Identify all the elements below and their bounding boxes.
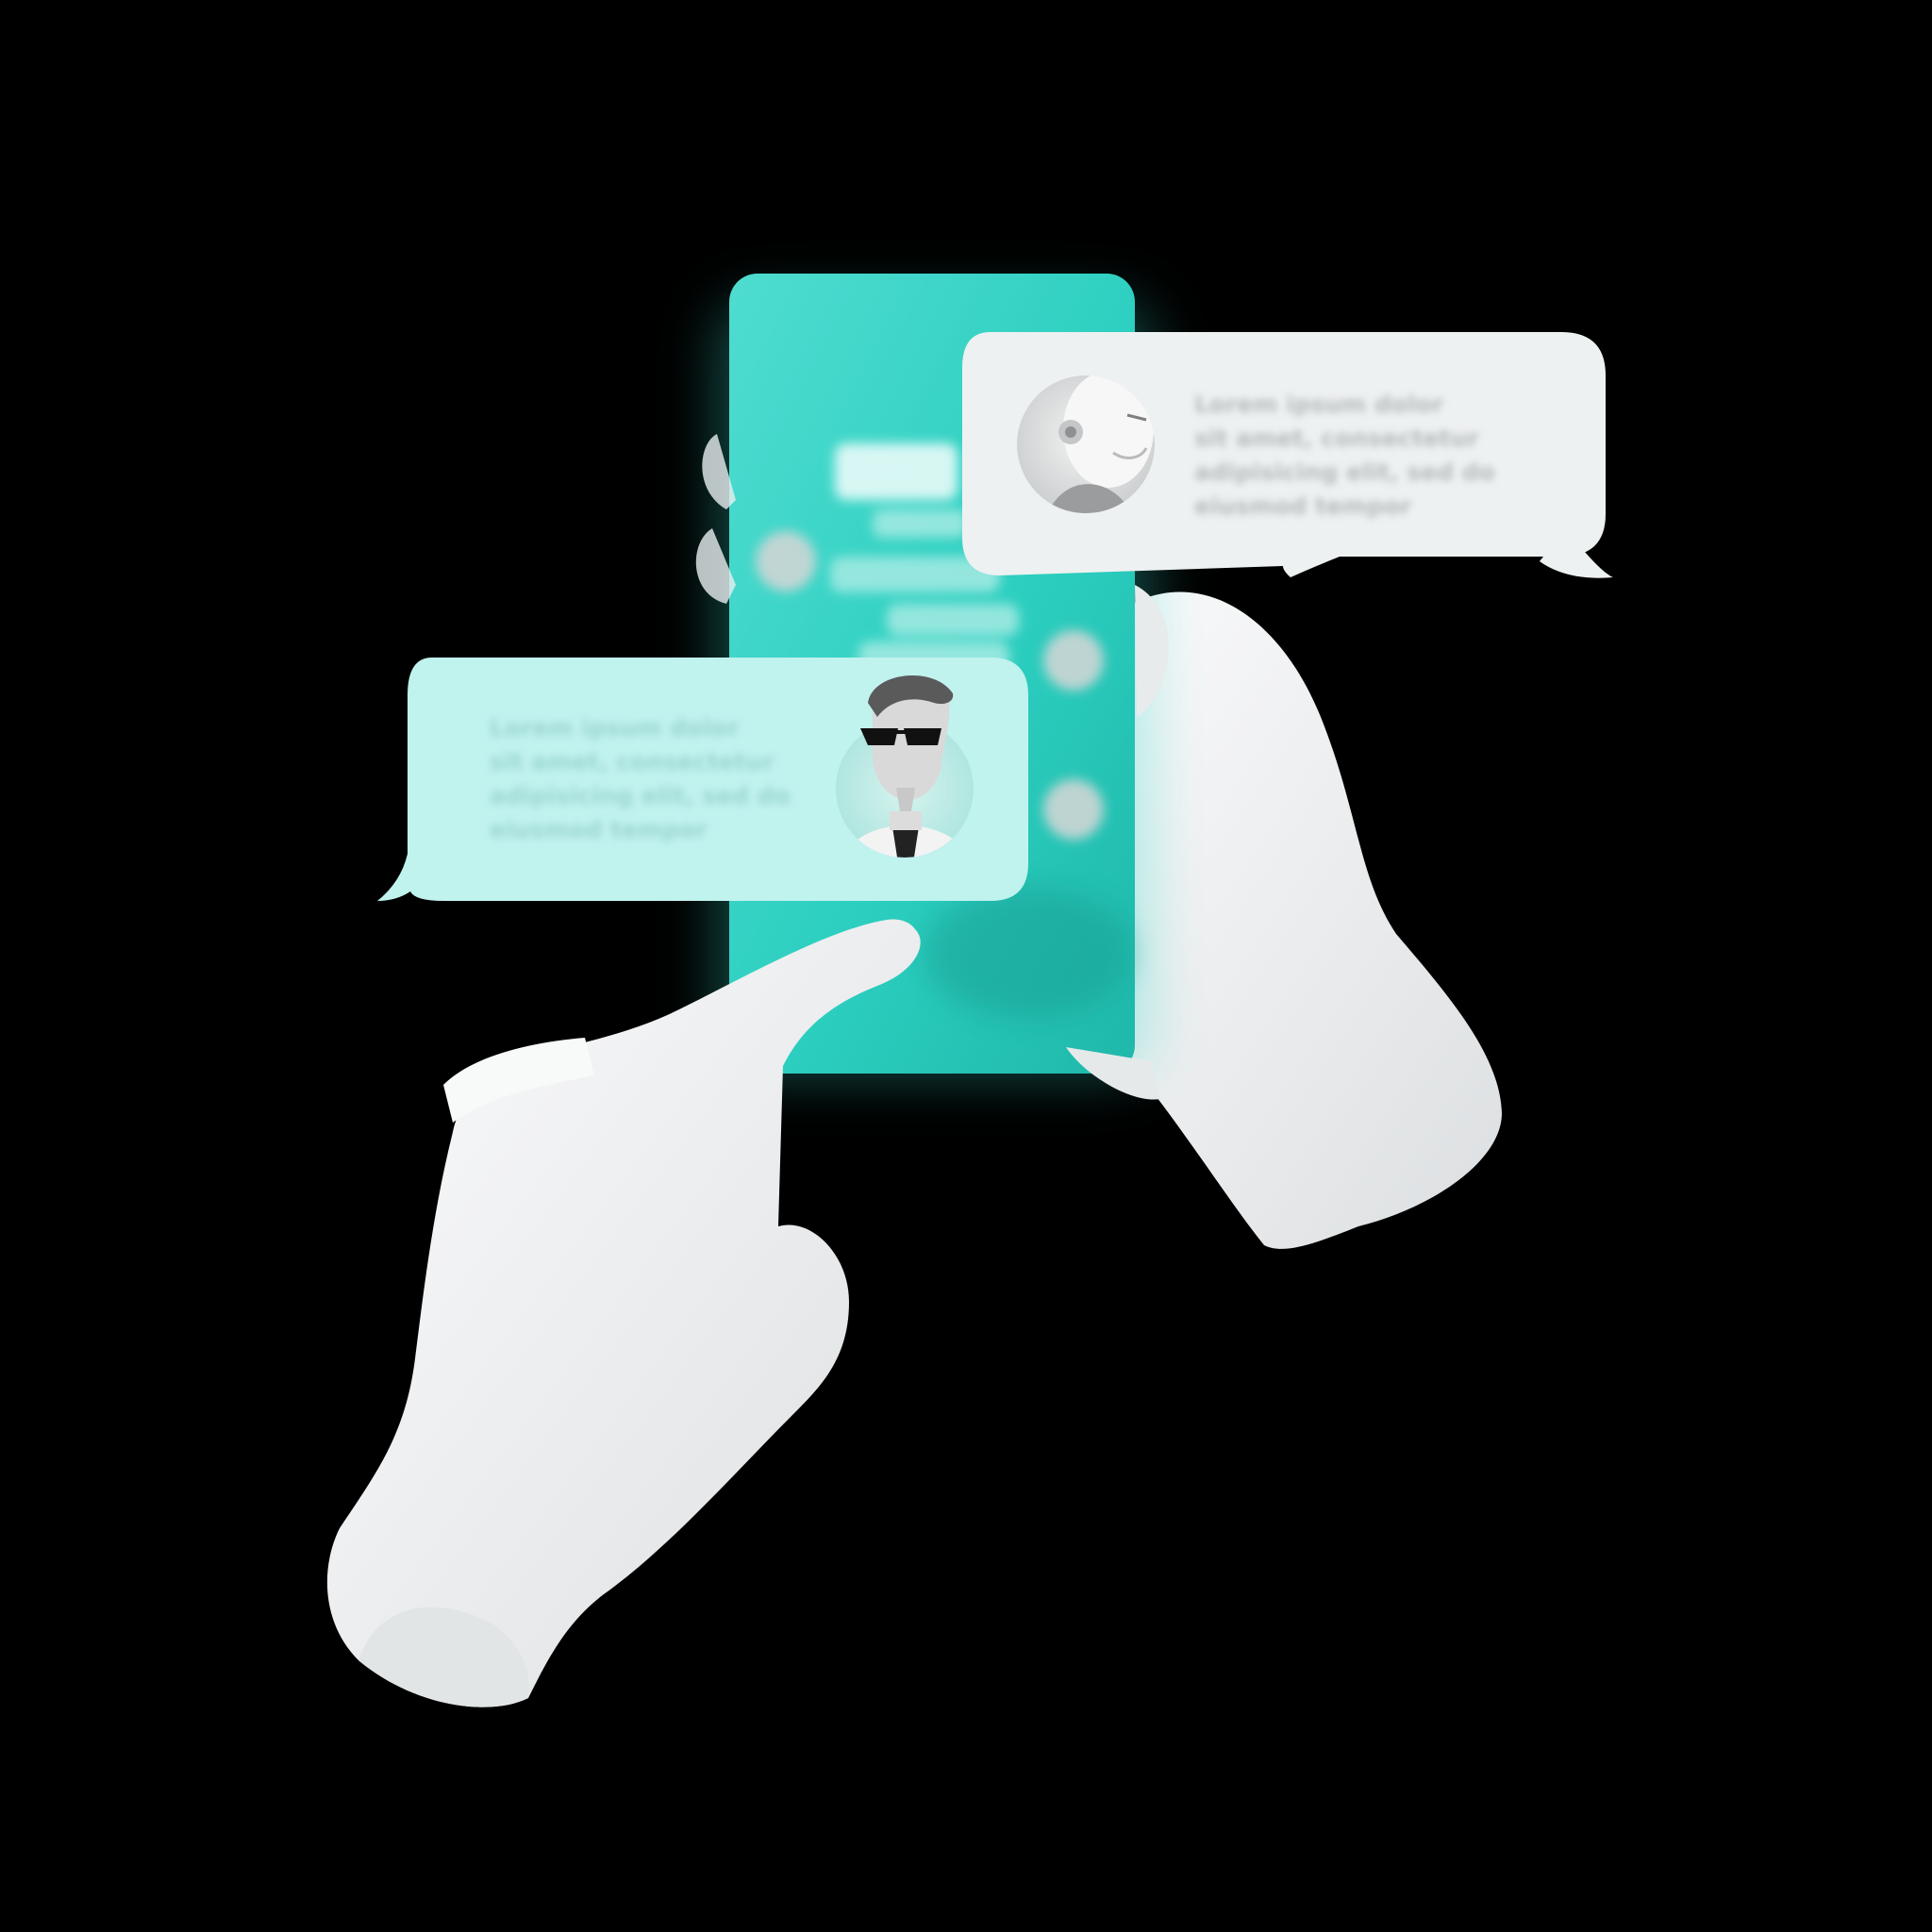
user-message-line: adipisicing elit, sed do xyxy=(490,782,791,809)
bot-message-text: Lorem ipsum dolor sit amet, consectetur … xyxy=(1194,388,1495,524)
user-message-line: sit amet, consectetur xyxy=(490,748,774,775)
scene-artwork xyxy=(326,274,1613,1707)
user-message-line: Lorem ipsum dolor xyxy=(490,714,740,741)
user-message-text: Lorem ipsum dolor sit amet, consectetur … xyxy=(490,711,791,847)
bot-message-line: sit amet, consectetur xyxy=(1194,425,1479,452)
user-message-line: eiusmod tempor xyxy=(490,816,708,843)
illustration-scene: Lorem ipsum dolor sit amet, consectetur … xyxy=(0,0,1932,1932)
bot-message-line: Lorem ipsum dolor xyxy=(1194,391,1444,418)
bot-message-line: adipisicing elit, sed do xyxy=(1194,458,1495,486)
bot-message-line: eiusmod tempor xyxy=(1194,492,1412,520)
